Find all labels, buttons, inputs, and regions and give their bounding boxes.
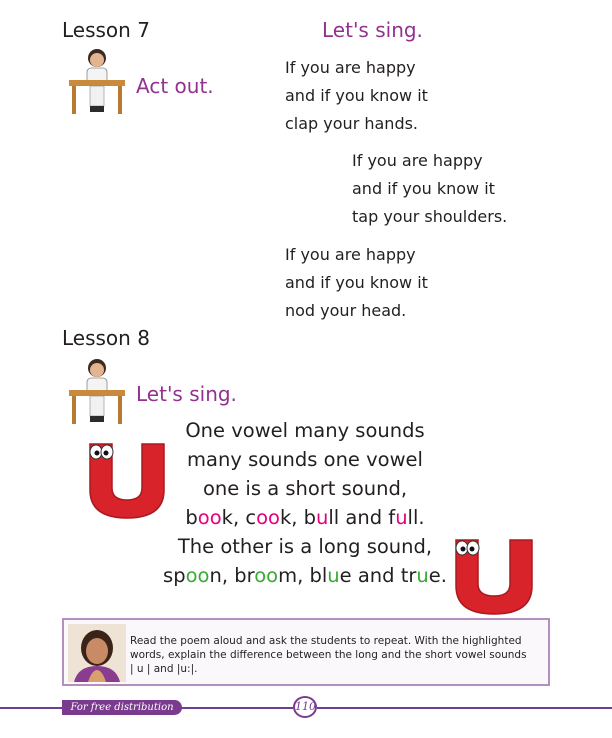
highlighted-vowel: u xyxy=(416,564,429,587)
poem-line: One vowel many sounds xyxy=(185,419,425,442)
lets-sing-title: Let's sing. xyxy=(322,18,423,42)
song-line: nod your head. xyxy=(285,301,407,320)
song-line: If you are happy xyxy=(285,245,416,264)
page-number: 110 xyxy=(293,696,317,718)
highlighted-vowel: oo xyxy=(197,506,222,529)
teacher-note-line: | u | and |u:|. xyxy=(130,663,198,675)
lesson-7-title: Lesson 7 xyxy=(62,18,150,42)
footer-rule-right xyxy=(317,707,612,709)
highlighted-vowel: u xyxy=(327,564,340,587)
poem-text: e and tr xyxy=(339,564,417,587)
poem-text: m, bl xyxy=(278,564,328,587)
poem-text: b xyxy=(185,506,198,529)
free-distribution-label: For free distribution xyxy=(62,700,182,715)
song-line: If you are happy xyxy=(352,151,483,170)
vowel-poem: One vowel many sounds many sounds one vo… xyxy=(150,416,460,590)
poem-line-short-vowel-words: book, cook, bull and full. xyxy=(150,503,460,532)
teacher-note-text: Read the poem aloud and ask the students… xyxy=(130,634,527,676)
teacher-portrait-icon xyxy=(68,624,126,682)
song-stanza-2: If you are happy and if you know it tap … xyxy=(352,147,507,231)
highlighted-vowel: u xyxy=(395,506,408,529)
song-line: If you are happy xyxy=(285,58,416,77)
teacher-note-line: words, explain the difference between th… xyxy=(130,649,527,661)
song-stanza-3: If you are happy and if you know it nod … xyxy=(285,241,428,325)
poem-text: k, b xyxy=(279,506,317,529)
highlighted-vowel: oo xyxy=(185,564,210,587)
poem-text: n, br xyxy=(209,564,255,587)
song-line: tap your shoulders. xyxy=(352,207,508,226)
poem-line: many sounds one vowel xyxy=(187,448,423,471)
poem-line: one is a short sound, xyxy=(202,477,408,500)
lets-sing-title-lesson-8: Let's sing. xyxy=(136,382,237,406)
highlighted-vowel: oo xyxy=(256,506,280,529)
poem-line: The other is a long sound, xyxy=(177,535,433,558)
poem-text: k, c xyxy=(221,506,257,529)
letter-u-character-illustration xyxy=(455,539,533,615)
highlighted-vowel: oo xyxy=(254,564,279,587)
poem-line-long-vowel-words: spoon, broom, blue and true. xyxy=(150,561,460,590)
girl-at-desk-illustration xyxy=(69,359,125,424)
poem-text: ll. xyxy=(407,506,425,529)
song-line: and if you know it xyxy=(352,179,495,198)
poem-text: e. xyxy=(428,564,447,587)
highlighted-vowel: u xyxy=(316,506,329,529)
song-line: clap your hands. xyxy=(285,114,419,133)
poem-text: sp xyxy=(163,564,186,587)
girl-at-desk-illustration xyxy=(69,49,125,114)
poem-text: ll and f xyxy=(328,506,396,529)
song-stanza-1: If you are happy and if you know it clap… xyxy=(285,54,428,138)
song-line: and if you know it xyxy=(285,86,428,105)
song-line: and if you know it xyxy=(285,273,428,292)
lesson-8-title: Lesson 8 xyxy=(62,326,150,350)
teacher-note-box: Read the poem aloud and ask the students… xyxy=(62,618,550,686)
teacher-note-line: Read the poem aloud and ask the students… xyxy=(130,635,522,647)
act-out-title: Act out. xyxy=(136,74,214,98)
